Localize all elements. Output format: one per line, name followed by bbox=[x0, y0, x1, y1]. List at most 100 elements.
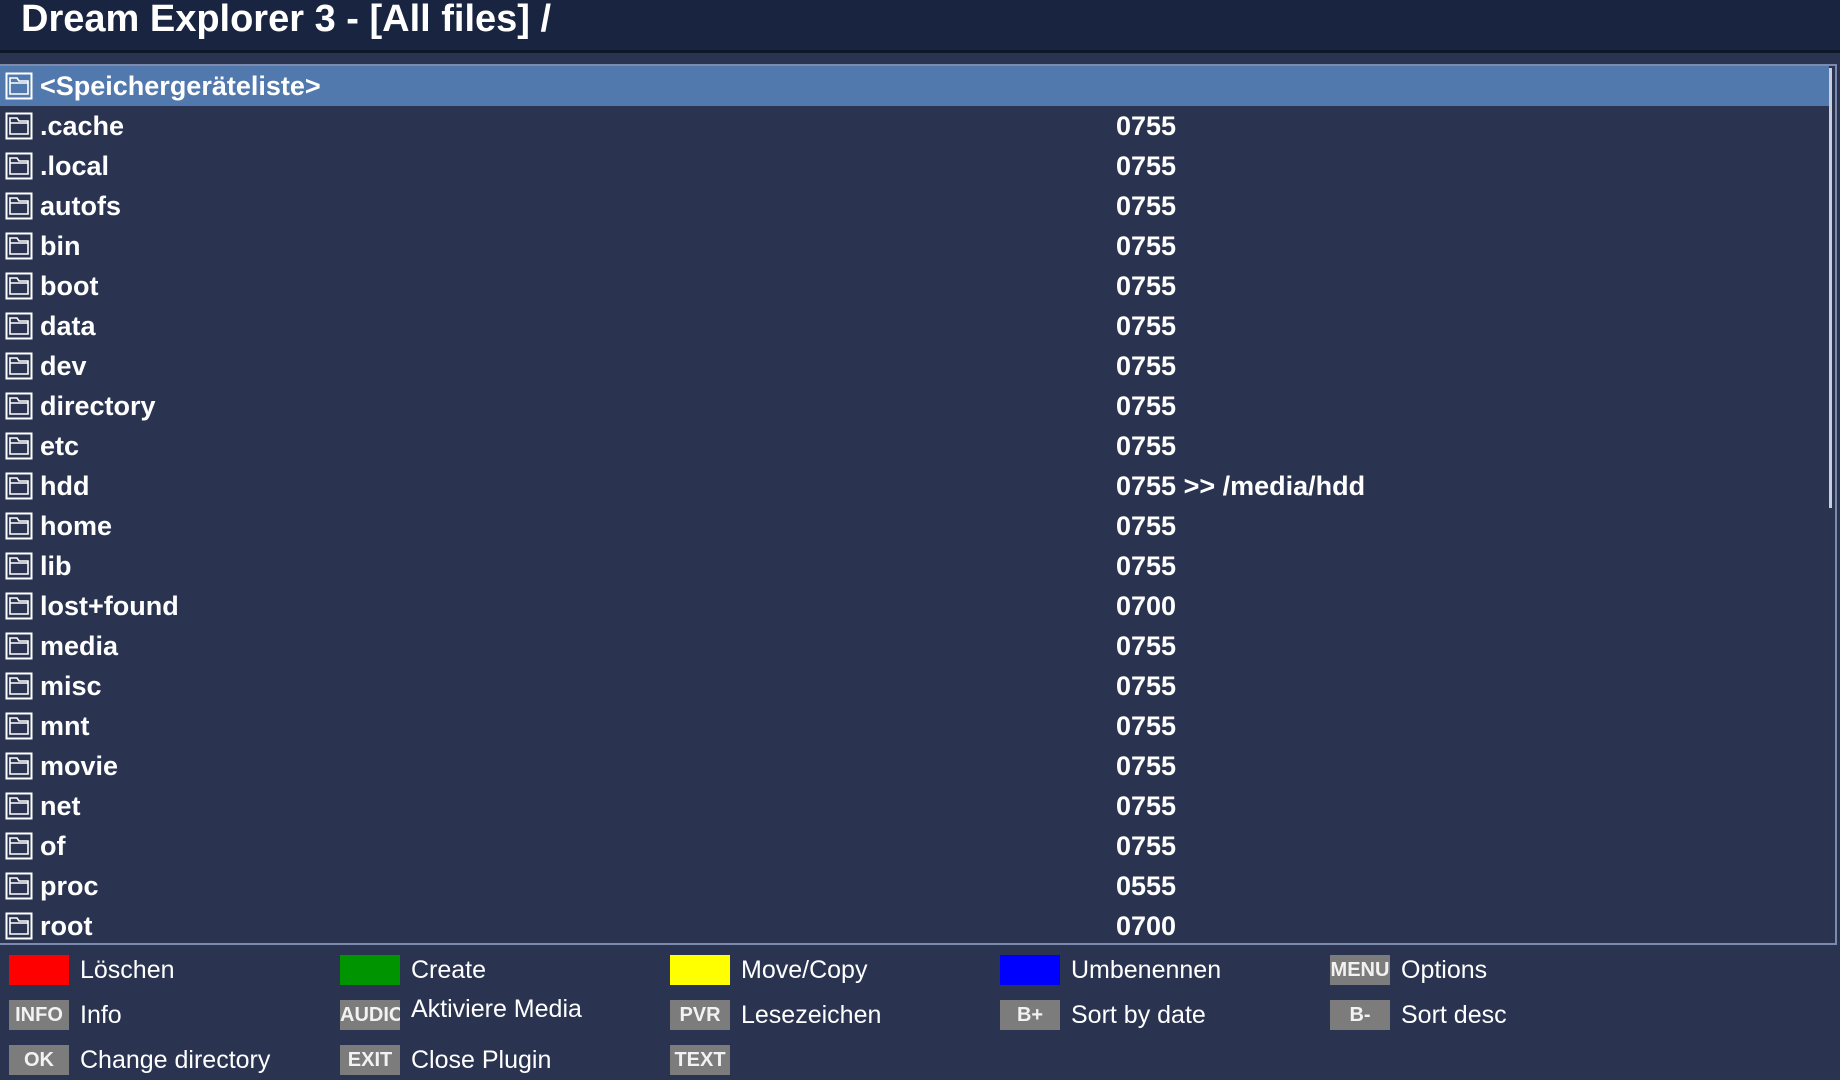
scrollbar[interactable] bbox=[1829, 68, 1832, 508]
file-name: dev bbox=[40, 351, 87, 381]
list-item[interactable]: autofs 0755 bbox=[0, 186, 1829, 226]
green-button-label: Create bbox=[411, 956, 487, 984]
bminus-key: B- bbox=[1330, 1000, 1390, 1030]
folder-icon bbox=[5, 752, 33, 780]
file-permissions: 0700 bbox=[1116, 911, 1177, 941]
folder-icon bbox=[5, 592, 33, 620]
folder-icon bbox=[5, 152, 33, 180]
file-permissions: 0755 bbox=[1116, 791, 1177, 821]
bplus-button-label: Sort by date bbox=[1071, 1001, 1206, 1029]
file-list[interactable]: <Speichergeräteliste> .cache 0755 .local 075… bbox=[0, 64, 1837, 945]
list-item[interactable]: mnt 0755 bbox=[0, 706, 1829, 746]
folder-icon bbox=[5, 872, 33, 900]
file-name: media bbox=[40, 631, 119, 661]
list-item[interactable]: dev 0755 bbox=[0, 346, 1829, 386]
bminus-button-label: Sort desc bbox=[1401, 1001, 1507, 1029]
list-item[interactable]: media 0755 bbox=[0, 626, 1829, 666]
folder-icon bbox=[5, 792, 33, 820]
file-name: bin bbox=[40, 231, 81, 261]
folder-icon bbox=[5, 432, 33, 460]
list-item[interactable]: net 0755 bbox=[0, 786, 1829, 826]
file-name: home bbox=[40, 511, 113, 541]
folder-icon bbox=[5, 112, 33, 140]
file-permissions: 0755 bbox=[1116, 311, 1177, 341]
menu-key: MENU bbox=[1330, 955, 1390, 985]
folder-icon bbox=[5, 72, 33, 100]
file-permissions: 0755 bbox=[1116, 151, 1177, 181]
green-key-swatch bbox=[340, 955, 400, 985]
folder-icon bbox=[5, 312, 33, 340]
file-permissions: 0755 bbox=[1116, 551, 1177, 581]
list-item[interactable]: bin 0755 bbox=[0, 226, 1829, 266]
file-permissions: 0755 bbox=[1116, 351, 1177, 381]
file-permissions: 0755 bbox=[1116, 231, 1177, 261]
file-name: misc bbox=[40, 671, 102, 701]
file-name: of bbox=[40, 831, 66, 861]
list-item[interactable]: hdd 0755 >> /media/hdd bbox=[0, 466, 1829, 506]
window-title: Dream Explorer 3 - [All files] / bbox=[21, 0, 552, 40]
file-name: mnt bbox=[40, 711, 90, 741]
ok-key: OK bbox=[9, 1045, 69, 1075]
file-permissions: 0755 bbox=[1116, 751, 1177, 781]
file-name: boot bbox=[40, 271, 99, 301]
yellow-button-label: Move/Copy bbox=[741, 956, 868, 984]
folder-icon bbox=[5, 472, 33, 500]
list-item[interactable]: data 0755 bbox=[0, 306, 1829, 346]
folder-icon bbox=[5, 672, 33, 700]
file-permissions: 0755 bbox=[1116, 391, 1177, 421]
file-name: root bbox=[40, 911, 93, 941]
folder-icon bbox=[5, 232, 33, 260]
list-item[interactable]: root 0700 bbox=[0, 906, 1829, 943]
exit-button-label: Close Plugin bbox=[411, 1046, 552, 1074]
list-item[interactable]: .local 0755 bbox=[0, 146, 1829, 186]
folder-icon bbox=[5, 552, 33, 580]
file-permissions: 0755 bbox=[1116, 271, 1177, 301]
file-name: .cache bbox=[40, 111, 125, 141]
list-item[interactable]: lost+found 0700 bbox=[0, 586, 1829, 626]
file-permissions: 0755 >> /media/hdd bbox=[1116, 471, 1366, 501]
file-permissions: 0755 bbox=[1116, 711, 1177, 741]
list-item[interactable]: of 0755 bbox=[0, 826, 1829, 866]
file-permissions: 0755 bbox=[1116, 111, 1177, 141]
file-name: directory bbox=[40, 391, 156, 421]
folder-icon bbox=[5, 192, 33, 220]
list-item[interactable]: etc 0755 bbox=[0, 426, 1829, 466]
list-item[interactable]: proc 0555 bbox=[0, 866, 1829, 906]
audio-button-label: Aktiviere Media Filter bbox=[411, 995, 582, 1023]
ok-button-label: Change directory bbox=[80, 1046, 271, 1074]
list-item[interactable]: directory 0755 bbox=[0, 386, 1829, 426]
file-name: hdd bbox=[40, 471, 90, 501]
file-name: lib bbox=[40, 551, 72, 581]
folder-icon bbox=[5, 632, 33, 660]
folder-icon bbox=[5, 832, 33, 860]
text-key: TEXT bbox=[670, 1045, 730, 1075]
red-button-label: Löschen bbox=[80, 956, 175, 984]
list-item[interactable]: lib 0755 bbox=[0, 546, 1829, 586]
folder-icon bbox=[5, 512, 33, 540]
list-item[interactable]: boot 0755 bbox=[0, 266, 1829, 306]
file-permissions: 0755 bbox=[1116, 671, 1177, 701]
menu-button-label: Options bbox=[1401, 956, 1488, 984]
list-item[interactable]: <Speichergeräteliste> bbox=[0, 66, 1829, 106]
folder-icon bbox=[5, 912, 33, 940]
list-item[interactable]: misc 0755 bbox=[0, 666, 1829, 706]
footer-legend: Löschen Create Move/Copy Umbenennen MENU… bbox=[0, 945, 1840, 1080]
file-name: net bbox=[40, 791, 81, 821]
info-key: INFO bbox=[9, 1000, 69, 1030]
folder-icon bbox=[5, 352, 33, 380]
pvr-key: PVR bbox=[670, 1000, 730, 1030]
file-permissions: 0755 bbox=[1116, 831, 1177, 861]
file-permissions: 0755 bbox=[1116, 631, 1177, 661]
file-name: movie bbox=[40, 751, 119, 781]
red-key-swatch bbox=[9, 955, 69, 985]
bplus-key: B+ bbox=[1000, 1000, 1060, 1030]
file-name: .local bbox=[40, 151, 110, 181]
blue-button-label: Umbenennen bbox=[1071, 956, 1222, 984]
list-item[interactable]: home 0755 bbox=[0, 506, 1829, 546]
file-permissions: 0555 bbox=[1116, 871, 1177, 901]
title-bar: Dream Explorer 3 - [All files] / bbox=[0, 0, 1840, 53]
list-item[interactable]: movie 0755 bbox=[0, 746, 1829, 786]
list-item[interactable]: .cache 0755 bbox=[0, 106, 1829, 146]
blue-key-swatch bbox=[1000, 955, 1060, 985]
yellow-key-swatch bbox=[670, 955, 730, 985]
